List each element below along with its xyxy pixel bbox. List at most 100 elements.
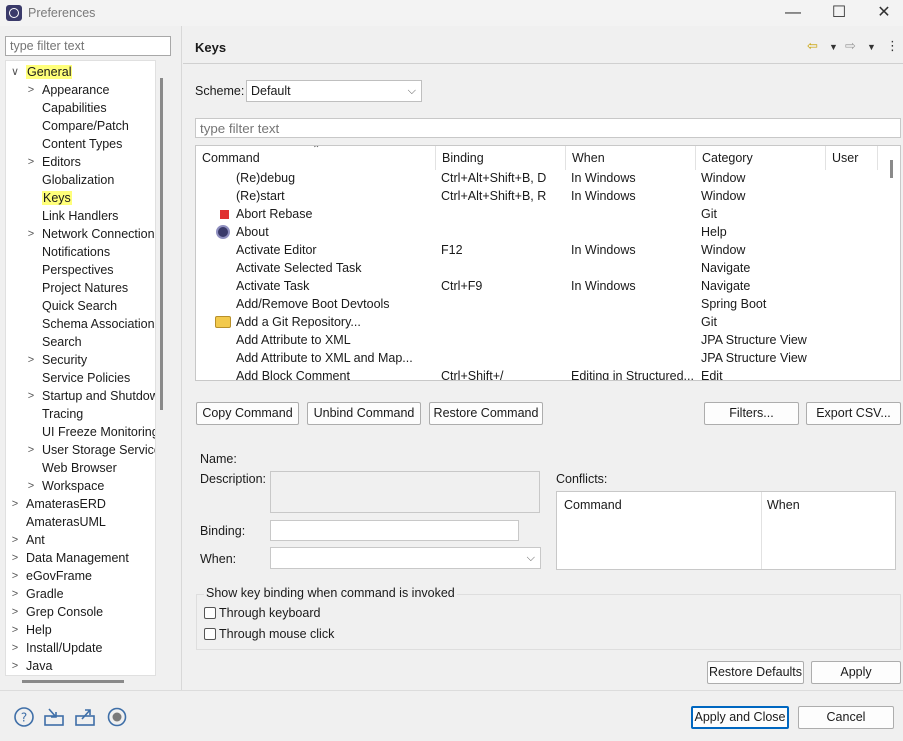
- column-header-command[interactable]: Command ⌃: [196, 146, 436, 170]
- tree-item[interactable]: Tracing: [42, 405, 83, 423]
- tree-item[interactable]: UI Freeze Monitoring: [42, 423, 155, 441]
- tree-item-label: eGovFrame: [26, 569, 92, 583]
- chevron-right-icon[interactable]: >: [9, 567, 21, 585]
- through-keyboard-checkbox[interactable]: [204, 607, 216, 619]
- minimize-button[interactable]: —: [770, 2, 816, 24]
- column-header-category[interactable]: Category: [696, 146, 826, 170]
- chevron-right-icon[interactable]: >: [9, 639, 21, 657]
- tree-item[interactable]: Java: [26, 657, 52, 675]
- chevron-right-icon[interactable]: >: [9, 585, 21, 603]
- unbind-command-button[interactable]: Unbind Command: [307, 402, 421, 425]
- tree-item[interactable]: Compare/Patch: [42, 117, 129, 135]
- cancel-button[interactable]: Cancel: [798, 706, 894, 729]
- when-select[interactable]: ⌵: [270, 547, 541, 569]
- back-arrow-icon[interactable]: ⇦: [807, 38, 818, 54]
- maximize-button[interactable]: ☐: [816, 2, 862, 24]
- cell-category: Navigate: [701, 261, 751, 275]
- tree-item[interactable]: Project Natures: [42, 279, 128, 297]
- export-csv-button[interactable]: Export CSV...: [806, 402, 901, 425]
- export-icon[interactable]: [74, 707, 96, 727]
- tree-item[interactable]: AmaterasERD: [26, 495, 106, 513]
- chevron-down-icon[interactable]: ∨: [9, 63, 21, 81]
- tree-item[interactable]: Notifications: [42, 243, 110, 261]
- chevron-right-icon[interactable]: >: [9, 657, 21, 675]
- conflicts-column-when[interactable]: When: [767, 498, 800, 512]
- tree-item[interactable]: Network Connection: [42, 225, 155, 243]
- tree-item[interactable]: Gradle: [26, 585, 64, 603]
- through-mouse-checkbox[interactable]: [204, 628, 216, 640]
- tree-item[interactable]: Web Browser: [42, 459, 117, 477]
- back-menu-chevron-icon[interactable]: ▼: [829, 42, 838, 52]
- tree-item[interactable]: AmaterasUML: [26, 513, 106, 531]
- conflicts-column-command[interactable]: Command: [564, 498, 622, 512]
- tree-item[interactable]: Content Types: [42, 135, 122, 153]
- tree-item[interactable]: Install/Update: [26, 639, 102, 657]
- through-keyboard-label[interactable]: Through keyboard: [219, 606, 320, 620]
- tree-item[interactable]: Data Management: [26, 549, 129, 567]
- tree-item[interactable]: Workspace: [42, 477, 104, 495]
- tree-item[interactable]: Link Handlers: [42, 207, 118, 225]
- tree-item[interactable]: Search: [42, 333, 82, 351]
- tree-item[interactable]: Capabilities: [42, 99, 107, 117]
- tree-item[interactable]: Schema Associations: [42, 315, 155, 333]
- column-header-binding[interactable]: Binding: [436, 146, 566, 170]
- chevron-right-icon[interactable]: >: [9, 621, 21, 639]
- tree-item[interactable]: Appearance: [42, 81, 109, 99]
- tree-item[interactable]: Grep Console: [26, 603, 103, 621]
- tree-item[interactable]: eGovFrame: [26, 567, 92, 585]
- forward-arrow-icon[interactable]: ⇨: [845, 38, 856, 54]
- chevron-right-icon[interactable]: >: [9, 495, 21, 513]
- column-header-when[interactable]: When: [566, 146, 696, 170]
- help-icon[interactable]: ?: [13, 707, 35, 727]
- scheme-select[interactable]: Default ⌵: [246, 80, 422, 102]
- tree-horizontal-scrollbar[interactable]: [22, 680, 124, 683]
- chevron-right-icon[interactable]: >: [9, 531, 21, 549]
- apply-and-close-button[interactable]: Apply and Close: [691, 706, 789, 729]
- close-button[interactable]: ✕: [861, 2, 903, 24]
- tree-item[interactable]: Quick Search: [42, 297, 117, 315]
- tree-vertical-scrollbar[interactable]: [160, 78, 163, 410]
- panel-splitter[interactable]: [181, 26, 182, 690]
- through-mouse-label[interactable]: Through mouse click: [219, 627, 334, 641]
- tree-item[interactable]: Startup and Shutdow: [42, 387, 155, 405]
- chevron-right-icon[interactable]: >: [25, 477, 37, 495]
- tree-item-label: Java: [26, 659, 53, 673]
- tree-item[interactable]: Editors: [42, 153, 81, 171]
- chevron-right-icon[interactable]: >: [25, 351, 37, 369]
- view-menu-icon[interactable]: ⋮: [886, 38, 899, 54]
- import-icon[interactable]: [43, 707, 65, 727]
- tree-item[interactable]: Globalization: [42, 171, 114, 189]
- tree-item[interactable]: User Storage Service: [42, 441, 155, 459]
- forward-menu-chevron-icon[interactable]: ▼: [867, 42, 876, 52]
- table-vertical-scrollbar[interactable]: [890, 160, 893, 178]
- keys-filter-input[interactable]: [195, 118, 901, 138]
- chevron-right-icon[interactable]: >: [25, 441, 37, 459]
- column-header-user[interactable]: User: [826, 146, 878, 170]
- chevron-right-icon[interactable]: >: [25, 225, 37, 243]
- tree-item[interactable]: Service Policies: [42, 369, 130, 387]
- chevron-right-icon[interactable]: >: [25, 153, 37, 171]
- filters-button[interactable]: Filters...: [704, 402, 799, 425]
- record-icon[interactable]: [106, 707, 128, 727]
- apply-button[interactable]: Apply: [811, 661, 901, 684]
- cell-binding: Ctrl+Alt+Shift+B, D: [441, 171, 547, 185]
- chevron-right-icon[interactable]: >: [9, 603, 21, 621]
- name-label: Name:: [200, 452, 237, 466]
- restore-defaults-button[interactable]: Restore Defaults: [707, 661, 804, 684]
- when-label: When:: [200, 552, 237, 566]
- tree-item[interactable]: Help: [26, 621, 52, 639]
- chevron-right-icon[interactable]: >: [25, 81, 37, 99]
- tree-item[interactable]: Keys: [42, 189, 72, 207]
- restore-command-button[interactable]: Restore Command: [429, 402, 543, 425]
- tree-item[interactable]: Perspectives: [42, 261, 114, 279]
- tree-item-label: AmaterasUML: [26, 515, 106, 529]
- tree-item[interactable]: Security: [42, 351, 87, 369]
- binding-input[interactable]: [270, 520, 519, 541]
- chevron-right-icon[interactable]: >: [25, 387, 37, 405]
- tree-filter-input[interactable]: [5, 36, 171, 56]
- tree-item[interactable]: Ant: [26, 531, 45, 549]
- chevron-down-icon: ⌵: [526, 552, 535, 564]
- chevron-right-icon[interactable]: >: [9, 549, 21, 567]
- copy-command-button[interactable]: Copy Command: [196, 402, 299, 425]
- tree-item[interactable]: General: [26, 63, 73, 81]
